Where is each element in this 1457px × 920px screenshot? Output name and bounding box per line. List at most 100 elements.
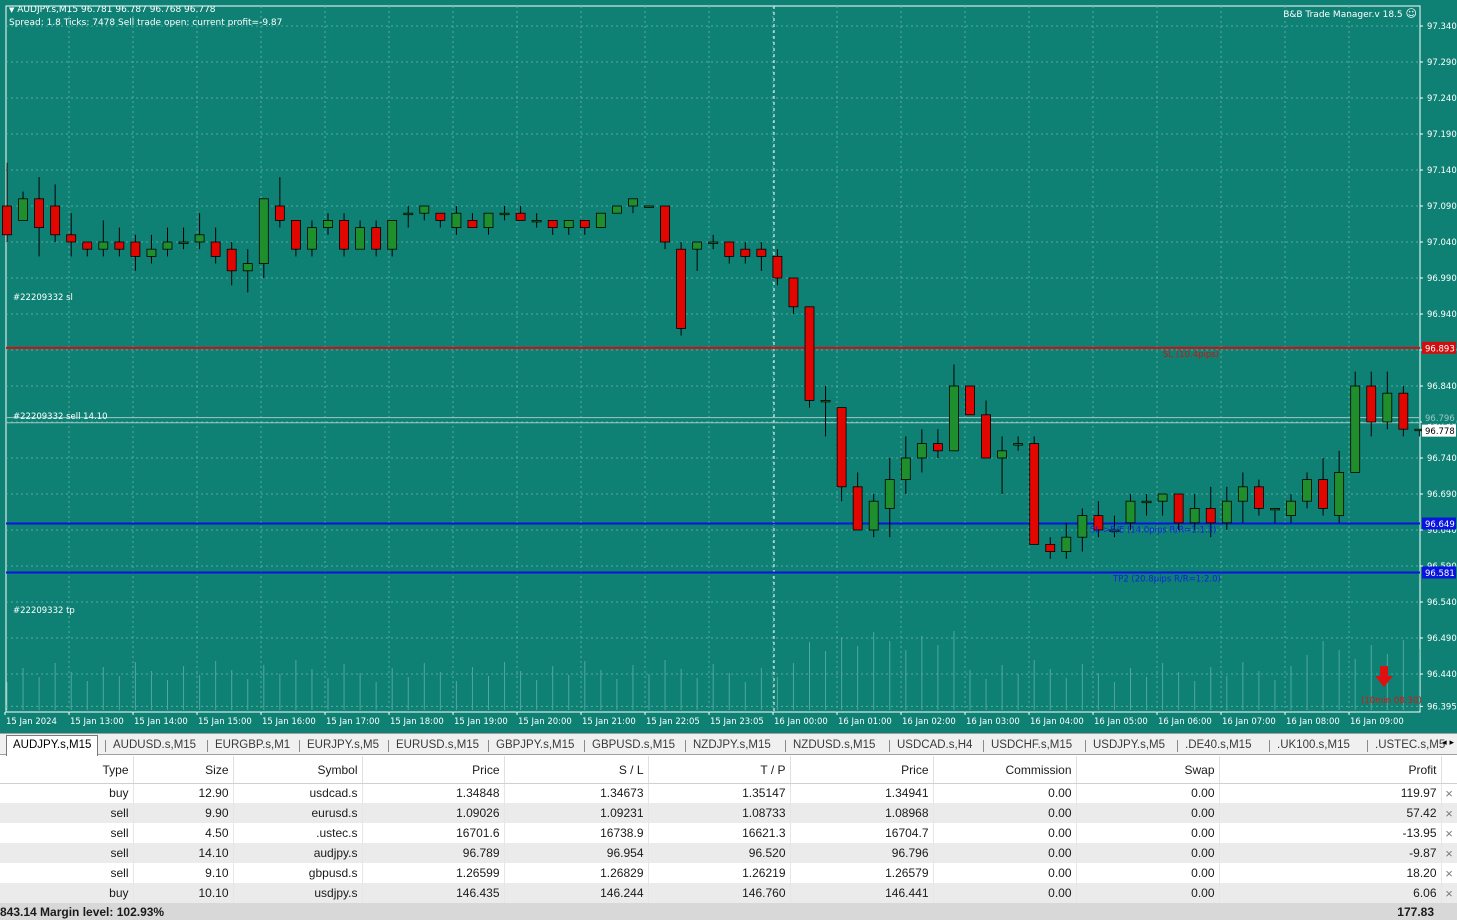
chart-tab[interactable]: GBPUSD.s,M15 [586, 736, 681, 754]
collapse-triangle-icon[interactable]: ▼ [9, 6, 14, 14]
bull-candle [194, 234, 205, 243]
bull-candle [451, 212, 462, 228]
sell-arrow-icon [1375, 666, 1393, 687]
chart-tab[interactable]: AUDJPY.s,M15 [6, 735, 99, 756]
table-row[interactable]: sell 9.90 eurusd.s 1.09026 1.09231 1.08733 1.0… [0, 803, 1457, 823]
column-header[interactable]: Profit [1219, 756, 1442, 784]
timer-text: (10min 08:30) [1361, 696, 1422, 706]
table-cell: 0.00 [1076, 843, 1220, 863]
chart-tab-bar: AUDJPY.s,M15 AUDUSD.s,M15 EURGBP.s,M1 EURJP… [0, 733, 1457, 756]
chart-tab[interactable]: EURGBP.s,M1 [209, 736, 296, 754]
chart-tab[interactable]: EURJPY.s,M5 [301, 736, 385, 754]
bid-price-tag: 96.778 [1425, 427, 1455, 437]
table-cell: 0.00 [933, 783, 1077, 803]
time-axis-label: 15 Jan 16:00 [262, 717, 316, 727]
column-header[interactable]: Type [0, 756, 134, 784]
table-cell: 1.26829 [504, 863, 649, 883]
bear-candle [226, 248, 237, 272]
table-row[interactable]: sell 4.50 .ustec.s 16701.6 16738.9 16621.3 167… [0, 823, 1457, 843]
bull-candle [1141, 500, 1152, 504]
table-cell: 96.520 [648, 843, 791, 863]
close-position-icon[interactable]: × [1441, 823, 1457, 843]
bear-candle [66, 234, 77, 243]
bull-candle [483, 212, 494, 228]
price-scale-label: 97.340 [1427, 22, 1457, 32]
column-header[interactable]: Commission [933, 756, 1077, 784]
tab-separator [1085, 740, 1086, 752]
column-header[interactable]: Swap [1076, 756, 1220, 784]
time-axis-label: 16 Jan 05:00 [1094, 717, 1148, 727]
bull-candle [708, 241, 719, 244]
bear-candle [965, 385, 975, 416]
bull-candle [628, 198, 638, 207]
price-chart[interactable]: 97.340 97.290 97.240 97.190 97.140 97.090 97.0… [0, 0, 1457, 733]
sl-level-text: SL (10.4pips) [1163, 350, 1219, 360]
bull-candle [1125, 500, 1136, 524]
total-profit: 177.83 [1397, 905, 1434, 919]
price-scale-label: 96.690 [1427, 490, 1457, 500]
close-position-icon[interactable]: × [1441, 803, 1457, 823]
be-level-text: SL->B/E (14.0pips R/R=1:1.3) [1090, 526, 1216, 536]
price-scale-label: 97.140 [1427, 166, 1457, 176]
table-cell: 16621.3 [648, 823, 791, 843]
table-row[interactable]: sell 9.10 gbpusd.s 1.26599 1.26829 1.26219 1.2… [0, 863, 1457, 883]
price-scale-label: 97.290 [1427, 58, 1457, 68]
column-header[interactable]: Price [362, 756, 505, 784]
column-header[interactable]: Symbol [233, 756, 363, 784]
table-cell: 9.10 [133, 863, 234, 883]
chart-tab[interactable]: NZDJPY.s,M15 [687, 736, 777, 754]
table-row[interactable]: sell 14.10 audjpy.s 96.789 96.954 96.520 96.79… [0, 843, 1457, 863]
chart-tab[interactable]: USDCAD.s,H4 [891, 736, 978, 754]
bull-candle [178, 241, 189, 244]
bull-candle [900, 457, 911, 481]
bull-candle [1286, 500, 1296, 517]
table-cell: 12.90 [133, 783, 234, 803]
chart-tab[interactable]: AUDUSD.s,M15 [107, 736, 202, 754]
table-cell: 18.20 [1219, 863, 1442, 883]
chart-tab[interactable]: .DE40.s,M15 [1179, 736, 1257, 754]
bull-candle [531, 219, 542, 223]
bear-candle [515, 212, 526, 221]
column-header[interactable]: Size [133, 756, 234, 784]
table-cell: 146.441 [790, 883, 934, 903]
table-cell: 57.42 [1219, 803, 1442, 823]
chart-tab[interactable]: GBPJPY.s,M15 [490, 736, 580, 754]
chart-tab[interactable]: NZDUSD.s,M15 [787, 736, 881, 754]
column-header[interactable]: S / L [504, 756, 649, 784]
chart-tab[interactable]: EURUSD.s,M15 [390, 736, 485, 754]
bull-candle [258, 198, 269, 265]
tab-separator [685, 740, 686, 752]
table-row[interactable]: buy 10.10 usdjpy.s 146.435 146.244 146.760 146… [0, 883, 1457, 903]
table-cell: 119.97 [1219, 783, 1442, 803]
table-cell: 0.00 [1076, 883, 1220, 903]
close-position-icon[interactable]: × [1441, 883, 1457, 903]
chart-window[interactable]: 97.340 97.290 97.240 97.190 97.140 97.090 97.0… [0, 0, 1457, 733]
chart-tab[interactable]: USDCHF.s,M15 [985, 736, 1078, 754]
bull-candle [1189, 507, 1200, 524]
column-header[interactable]: T / P [648, 756, 791, 784]
price-scale-label: 96.490 [1427, 634, 1457, 644]
table-row[interactable]: buy 12.90 usdcad.s 1.34848 1.34673 1.35147 1.3… [0, 783, 1457, 803]
chart-tab[interactable]: .USTEC.s,M5 [1369, 736, 1451, 754]
bull-candle [916, 443, 927, 459]
chart-tab[interactable]: .UK100.s,M15 [1271, 736, 1356, 754]
close-position-icon[interactable]: × [1441, 843, 1457, 863]
table-cell: 96.789 [362, 843, 505, 863]
bull-candle [949, 385, 959, 452]
bear-candle [130, 241, 141, 257]
table-cell: sell [0, 843, 134, 863]
close-position-icon[interactable]: × [1441, 783, 1457, 803]
tab-scroll-arrows-icon[interactable]: ◂ ▸ [1442, 738, 1454, 748]
table-cell: 0.00 [933, 803, 1077, 823]
chart-tab[interactable]: USDJPY.s,M5 [1087, 736, 1171, 754]
column-header[interactable]: Price [790, 756, 934, 784]
close-position-icon[interactable]: × [1441, 863, 1457, 883]
bull-candle [1061, 536, 1072, 553]
price-scale-label: 97.190 [1427, 130, 1457, 140]
tp2-price-tag: 96.581 [1425, 569, 1455, 579]
time-axis-label: 15 Jan 2024 [6, 717, 57, 727]
bear-candle [676, 248, 686, 329]
time-axis-label: 15 Jan 13:00 [70, 717, 124, 727]
price-scale-label: 96.540 [1427, 598, 1457, 608]
symbol-ohlc-text: AUDJPY.s,M15 96.781 96.787 96.768 96.778 [17, 5, 216, 15]
